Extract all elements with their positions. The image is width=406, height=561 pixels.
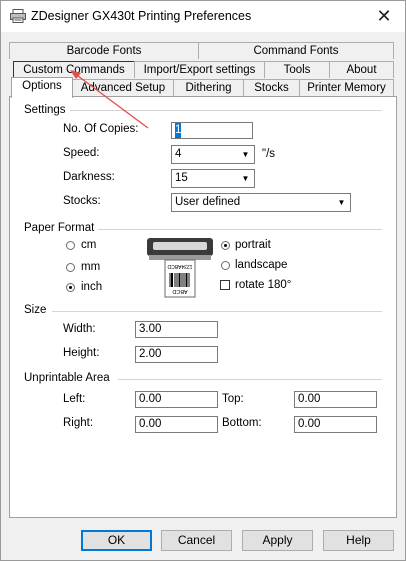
left-label: Left:	[63, 393, 86, 405]
close-icon: ✕	[376, 6, 392, 26]
width-label: Width:	[63, 323, 96, 335]
rotate-180-label: rotate 180°	[235, 279, 292, 291]
unit-cm-label: cm	[81, 239, 97, 251]
apply-button[interactable]: Apply	[242, 530, 313, 551]
speed-select[interactable]: 4 ▼	[171, 145, 255, 164]
unit-mm-radio[interactable]	[66, 263, 75, 272]
ok-button[interactable]: OK	[81, 530, 152, 551]
chevron-down-icon: ▼	[241, 174, 250, 183]
tab-stocks[interactable]: Stocks	[243, 79, 300, 96]
size-divider	[52, 311, 382, 312]
right-input[interactable]: 0.00	[135, 416, 218, 433]
label-art-text-bottom: ABCD	[172, 288, 187, 294]
chevron-down-icon: ▼	[337, 198, 346, 207]
help-button[interactable]: Help	[323, 530, 394, 551]
landscape-radio[interactable]	[221, 261, 230, 270]
left-input[interactable]: 0.00	[135, 391, 218, 408]
annotation-arrow	[70, 70, 149, 129]
cancel-button[interactable]: Cancel	[161, 530, 232, 551]
portrait-label: portrait	[235, 239, 271, 251]
unit-inch-label: inch	[81, 281, 103, 293]
height-input[interactable]: 2.00	[135, 346, 218, 363]
window-title: ZDesigner GX430t Printing Preferences	[31, 9, 252, 23]
right-label: Right:	[63, 417, 94, 429]
rotate-180-checkbox[interactable]	[220, 280, 230, 290]
unprintable-divider	[118, 379, 382, 380]
stocks-label: Stocks:	[63, 195, 101, 207]
speed-label: Speed:	[63, 147, 100, 159]
paper-format-group-title: Paper Format	[24, 222, 99, 234]
size-group-title: Size	[24, 304, 51, 316]
unit-inch-radio[interactable]	[66, 283, 75, 292]
tab-barcode-fonts[interactable]: Barcode Fonts	[9, 42, 199, 59]
stocks-value: User defined	[175, 196, 241, 208]
label-art-text-top: 1234ABCD	[167, 263, 192, 269]
tab-tools[interactable]: Tools	[264, 61, 330, 78]
landscape-label: landscape	[235, 259, 288, 271]
top-label: Top:	[222, 393, 244, 405]
tab-about[interactable]: About	[329, 61, 394, 78]
label-preview-image: 1234ABCD ABCD	[147, 238, 213, 298]
bottom-label: Bottom:	[222, 417, 262, 429]
chevron-down-icon: ▼	[241, 150, 250, 159]
title-bar: ZDesigner GX430t Printing Preferences ✕	[1, 1, 405, 32]
darkness-value: 15	[175, 172, 188, 184]
copies-value: 1	[175, 123, 182, 138]
width-input[interactable]: 3.00	[135, 321, 218, 338]
unit-cm-radio[interactable]	[66, 241, 75, 250]
speed-unit: "/s	[262, 148, 276, 160]
unit-mm-label: mm	[81, 261, 101, 273]
darkness-select[interactable]: 15 ▼	[171, 169, 255, 188]
close-button[interactable]: ✕	[369, 4, 399, 28]
bottom-input[interactable]: 0.00	[294, 416, 377, 433]
unprintable-group-title: Unprintable Area	[24, 372, 114, 384]
tab-printer-memory[interactable]: Printer Memory	[299, 79, 394, 96]
copies-input[interactable]: 1	[171, 122, 253, 139]
darkness-label: Darkness:	[63, 171, 115, 183]
tab-command-fonts[interactable]: Command Fonts	[198, 42, 394, 59]
height-label: Height:	[63, 347, 100, 359]
tab-dithering[interactable]: Dithering	[173, 79, 244, 96]
options-panel: Settings No. Of Copies: 1 Speed: 4 ▼ "/s…	[9, 96, 397, 518]
printer-icon	[10, 9, 26, 23]
paper-format-divider	[92, 229, 382, 230]
top-input[interactable]: 0.00	[294, 391, 377, 408]
stocks-select[interactable]: User defined ▼	[171, 193, 351, 212]
printing-preferences-dialog: ZDesigner GX430t Printing Preferences ✕ …	[0, 0, 406, 561]
speed-value: 4	[175, 148, 182, 160]
portrait-radio[interactable]	[221, 241, 230, 250]
